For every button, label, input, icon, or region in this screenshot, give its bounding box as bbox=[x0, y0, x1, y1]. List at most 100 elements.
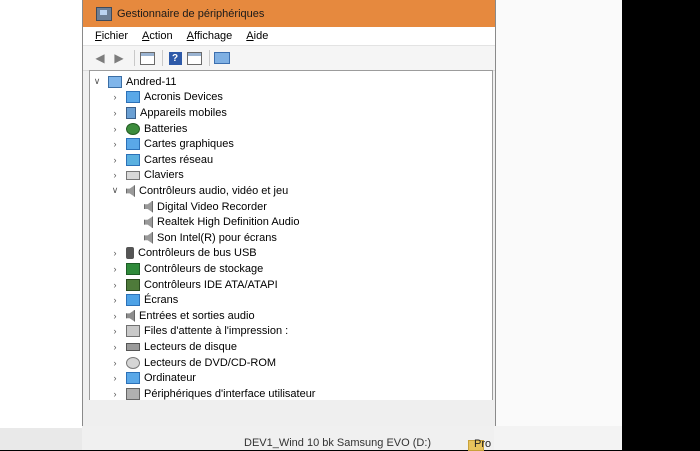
device-tree[interactable]: ∨ Andred-11 › Acronis Devices › Appareils mob… bbox=[89, 70, 493, 424]
toolbar-separator bbox=[209, 50, 210, 66]
menu-action[interactable]: Action bbox=[142, 30, 173, 42]
expand-chevron-icon[interactable]: › bbox=[110, 108, 120, 118]
expand-chevron-icon[interactable]: › bbox=[110, 373, 120, 383]
tree-category[interactable]: › Batteries bbox=[110, 121, 187, 137]
storage-icon bbox=[126, 262, 140, 275]
menu-affichage[interactable]: Affichage bbox=[187, 30, 233, 42]
tree-item-label: Files d'attente à l'impression : bbox=[144, 325, 289, 338]
expand-chevron-icon[interactable]: › bbox=[110, 139, 120, 149]
tree-item-label: Claviers bbox=[144, 169, 184, 182]
expand-chevron-icon[interactable]: › bbox=[110, 358, 120, 368]
tree-device[interactable]: Son Intel(R) pour écrans bbox=[128, 230, 277, 246]
expand-chevron-icon[interactable]: › bbox=[110, 170, 120, 180]
toolbar-separator bbox=[162, 50, 163, 66]
expand-chevron-icon[interactable]: › bbox=[110, 311, 120, 321]
background-explorer-row: DEV1_Wind 10 bk Samsung EVO (D:) bbox=[82, 426, 494, 450]
tree-category[interactable]: › Ordinateur bbox=[110, 370, 196, 386]
tree-item-label: Contrôleurs audio, vidéo et jeu bbox=[139, 184, 289, 197]
tree-item-label: Écrans bbox=[144, 294, 179, 307]
background-right-label: Pro bbox=[474, 438, 492, 450]
expand-chevron-icon[interactable]: › bbox=[110, 155, 120, 165]
tree-item-label: Realtek High Definition Audio bbox=[157, 216, 300, 229]
tree-item-label: Andred-11 bbox=[126, 75, 177, 88]
menu-aide[interactable]: Aide bbox=[246, 30, 268, 42]
tree-item-label: Lecteurs de DVD/CD-ROM bbox=[144, 356, 277, 369]
tree-category[interactable]: › Contrôleurs de stockage bbox=[110, 261, 263, 277]
screen-icon bbox=[126, 294, 140, 307]
tree-item-label: Périphériques d'interface utilisateur bbox=[144, 387, 316, 400]
tree-category[interactable]: › Acronis Devices bbox=[110, 90, 223, 106]
phone-icon bbox=[126, 106, 136, 119]
tree-item-label: Ordinateur bbox=[144, 372, 196, 385]
background-window-right bbox=[494, 0, 622, 450]
tree-device[interactable]: Realtek High Definition Audio bbox=[128, 214, 299, 230]
battery-icon bbox=[126, 122, 140, 135]
forward-icon[interactable]: ▶ bbox=[111, 50, 127, 66]
menu-bar: Fichier Action Affichage Aide bbox=[83, 27, 495, 46]
tree-item-label: Lecteurs de disque bbox=[144, 340, 237, 353]
expand-chevron-icon[interactable]: › bbox=[110, 389, 120, 399]
tree-category[interactable]: › Lecteurs de disque bbox=[110, 339, 237, 355]
background-drive-label: DEV1_Wind 10 bk Samsung EVO (D:) bbox=[244, 437, 432, 449]
expand-chevron-icon[interactable]: › bbox=[110, 248, 120, 258]
toolbar-separator bbox=[134, 50, 135, 66]
properties-icon[interactable] bbox=[139, 50, 155, 66]
help-icon[interactable]: ? bbox=[167, 50, 183, 66]
hid-icon bbox=[126, 387, 140, 400]
status-bar bbox=[83, 400, 495, 426]
tree-root[interactable]: ∨ Andred-11 bbox=[92, 74, 177, 90]
expand-chevron-icon[interactable]: › bbox=[110, 280, 120, 290]
device-manager-icon bbox=[96, 6, 112, 21]
tree-item-label: Entrées et sorties audio bbox=[139, 309, 255, 322]
expand-chevron-icon[interactable]: › bbox=[110, 124, 120, 134]
toolbar: ◀ ▶ ? bbox=[83, 46, 495, 71]
expand-chevron-icon[interactable]: › bbox=[110, 264, 120, 274]
tree-category[interactable]: › Contrôleurs de bus USB bbox=[110, 246, 257, 262]
monitor-icon bbox=[126, 138, 140, 151]
title-bar[interactable]: Gestionnaire de périphériques bbox=[83, 0, 495, 27]
tree-category[interactable]: › Écrans bbox=[110, 292, 178, 308]
window-title: Gestionnaire de périphériques bbox=[117, 7, 265, 20]
printer-icon bbox=[126, 325, 140, 338]
tree-category[interactable]: › Files d'attente à l'impression : bbox=[110, 324, 288, 340]
tree-item-label: Contrôleurs de bus USB bbox=[138, 247, 257, 260]
tree-item-label: Digital Video Recorder bbox=[157, 200, 267, 213]
expand-chevron-icon[interactable]: › bbox=[110, 326, 120, 336]
speaker-icon bbox=[126, 184, 135, 197]
monitor-icon bbox=[126, 91, 140, 104]
tree-category[interactable]: › Claviers bbox=[110, 168, 184, 184]
background-window-left bbox=[0, 0, 82, 450]
tree-item-label: Cartes graphiques bbox=[144, 138, 234, 151]
tree-device[interactable]: Digital Video Recorder bbox=[128, 199, 267, 215]
tree-category[interactable]: › Appareils mobiles bbox=[110, 105, 227, 121]
tree-item-label: Appareils mobiles bbox=[140, 106, 227, 119]
network-icon bbox=[126, 153, 140, 166]
tree-category[interactable]: › Cartes graphiques bbox=[110, 136, 234, 152]
collapse-chevron-icon[interactable]: ∨ bbox=[110, 185, 120, 196]
audio-io-icon bbox=[126, 309, 135, 322]
tree-item-label: Acronis Devices bbox=[144, 91, 223, 104]
collapse-chevron-icon[interactable]: ∨ bbox=[92, 76, 102, 87]
background-window-left-bottom bbox=[0, 428, 82, 450]
ide-icon bbox=[126, 278, 140, 291]
tree-category[interactable]: › Cartes réseau bbox=[110, 152, 213, 168]
expand-chevron-icon[interactable]: › bbox=[110, 92, 120, 102]
tree-item-label: Son Intel(R) pour écrans bbox=[157, 231, 277, 244]
disk-icon bbox=[126, 342, 140, 351]
menu-fichier[interactable]: Fichier bbox=[95, 30, 128, 42]
speaker-icon bbox=[144, 200, 153, 213]
tree-category[interactable]: › Contrôleurs IDE ATA/ATAPI bbox=[110, 277, 278, 293]
scan-hardware-icon[interactable] bbox=[214, 50, 230, 66]
computer-icon bbox=[108, 75, 122, 88]
tree-item-label: Batteries bbox=[144, 122, 188, 135]
details-icon[interactable] bbox=[186, 50, 202, 66]
expand-chevron-icon[interactable]: › bbox=[110, 342, 120, 352]
tree-category[interactable]: ∨ Contrôleurs audio, vidéo et jeu bbox=[110, 183, 288, 199]
tree-category[interactable]: › Lecteurs de DVD/CD-ROM bbox=[110, 355, 276, 371]
tree-category[interactable]: › Entrées et sorties audio bbox=[110, 308, 255, 324]
back-icon[interactable]: ◀ bbox=[92, 50, 108, 66]
expand-chevron-icon[interactable]: › bbox=[110, 295, 120, 305]
keyboard-icon bbox=[126, 170, 140, 180]
dvd-icon bbox=[126, 356, 140, 369]
speaker-icon bbox=[144, 216, 153, 229]
